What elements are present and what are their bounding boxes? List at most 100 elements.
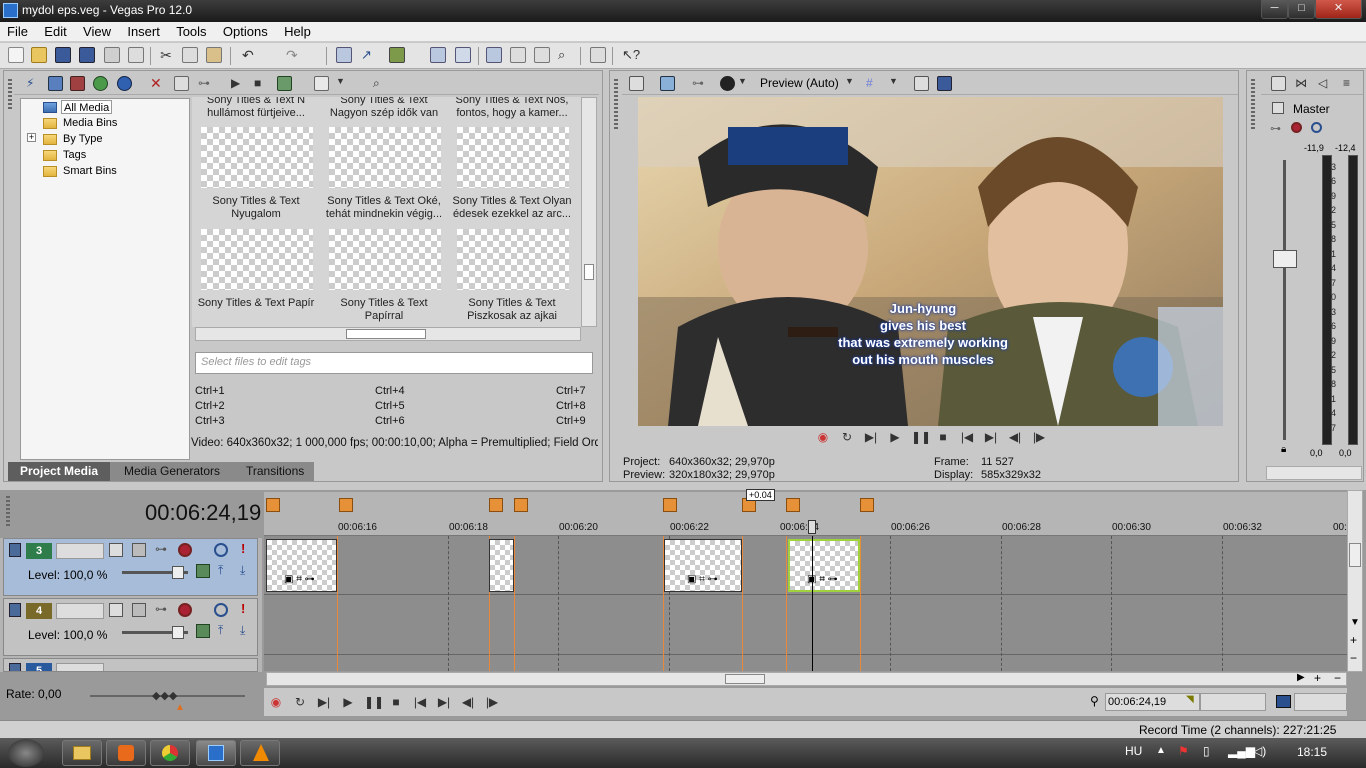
external-monitor-icon[interactable] [660, 76, 675, 91]
video-clip[interactable]: ▣ ⌗ ⊶ [266, 539, 337, 592]
undo-icon[interactable]: ↶ [242, 47, 258, 63]
taskbar-explorer[interactable] [62, 740, 102, 766]
track-minimize-icon[interactable] [9, 663, 21, 671]
search-icon[interactable]: ⌕ [373, 76, 388, 91]
media-item-label[interactable]: Sony Titles & Text Nyugalom [192, 195, 320, 221]
loop-playback-icon[interactable]: ↻ [292, 694, 308, 710]
bus-fx-icon[interactable]: ⊶ [1270, 122, 1281, 135]
menu-edit[interactable]: Edit [37, 22, 72, 39]
show-hidden-icons[interactable]: ▲ [1156, 745, 1166, 756]
panel-grip[interactable] [1251, 79, 1255, 129]
panel-grip[interactable] [614, 79, 618, 129]
open-folder-icon[interactable] [31, 47, 47, 63]
next-frame-icon[interactable]: |▶ [484, 694, 500, 710]
more-icon[interactable]: ≡ [1343, 76, 1358, 91]
quality-dropdown-icon[interactable]: ▼ [845, 76, 860, 91]
rate-slider-knob[interactable]: ◆◆◆ [152, 689, 177, 702]
media-item-label[interactable]: Sony Titles & Text Nagyon szép idők van [320, 97, 448, 120]
mixer-hscrollbar[interactable] [1266, 466, 1362, 480]
solo-icon[interactable]: ! [241, 541, 245, 556]
track-header-4[interactable]: 4 ⊶ ! Level: 100,0 % ⤒ ⤓ [3, 598, 258, 656]
go-to-end-icon[interactable]: ▶| [983, 429, 999, 445]
views-icon[interactable] [314, 76, 329, 91]
views-dropdown-icon[interactable]: ▼ [336, 76, 351, 91]
split-dropdown-icon[interactable]: ▼ [738, 76, 753, 91]
marker[interactable] [860, 498, 874, 512]
media-thumbnail[interactable] [329, 229, 441, 290]
import-media-icon[interactable]: ⚡ [26, 76, 41, 91]
marker[interactable] [786, 498, 800, 512]
track-fx-settings-icon[interactable] [178, 543, 192, 557]
selection-start-field[interactable] [1200, 693, 1266, 711]
media-grid-hscrollbar[interactable] [195, 327, 581, 341]
battery-icon[interactable]: ▯ [1203, 744, 1210, 758]
refresh-icon[interactable] [93, 76, 108, 91]
capture-video-icon[interactable] [48, 76, 63, 91]
parent-composite-icon[interactable] [132, 603, 146, 617]
video-fx-icon[interactable]: ⊶ [692, 76, 707, 91]
network-error-icon[interactable]: ⚑ [1178, 744, 1189, 758]
level-slider-knob[interactable] [172, 566, 184, 579]
media-item-label[interactable]: Sony Titles & Text Papír [192, 297, 320, 310]
track-motion-icon[interactable] [109, 543, 123, 557]
dim-output-icon[interactable]: ◁ [1318, 76, 1333, 91]
scroll-thumb[interactable] [1349, 543, 1361, 567]
panel-grip[interactable] [6, 496, 10, 526]
media-thumbnail[interactable] [329, 127, 441, 188]
downmix-icon[interactable]: ⋈ [1295, 76, 1310, 91]
scroll-thumb[interactable] [725, 674, 765, 684]
media-fx-icon[interactable]: ⊶ [198, 76, 213, 91]
lock-icon[interactable]: 🔒︎ [1281, 444, 1286, 455]
previous-frame-icon[interactable]: ◀| [1007, 429, 1023, 445]
zoom-out-horizontal-icon[interactable]: − [1334, 671, 1341, 685]
get-media-web-icon[interactable] [70, 76, 85, 91]
track-minimize-icon[interactable] [9, 603, 21, 617]
close-button[interactable]: ✕ [1315, 0, 1362, 19]
mixer-properties-icon[interactable] [1271, 76, 1286, 91]
record-icon[interactable]: ◉ [268, 694, 284, 710]
next-frame-icon[interactable]: |▶ [1031, 429, 1047, 445]
track-name-field[interactable] [56, 663, 104, 671]
level-slider[interactable] [122, 566, 188, 579]
maximize-button[interactable]: □ [1288, 0, 1315, 19]
tree-item-smart-bins[interactable]: Smart Bins [63, 164, 117, 178]
stop-preview-icon[interactable]: ■ [254, 76, 269, 91]
tree-item-all-media[interactable]: All Media [61, 100, 113, 114]
zoom-tool-icon[interactable]: ⌕ [558, 47, 574, 63]
timeline-vscrollbar[interactable]: ▼ + − [1347, 490, 1363, 672]
master-fader-track[interactable] [1283, 160, 1286, 440]
scroll-thumb[interactable] [346, 329, 426, 339]
zoom-in-vertical-icon[interactable]: + [1350, 633, 1357, 647]
pause-icon[interactable]: ❚❚ [364, 694, 384, 710]
master-fader-knob[interactable] [1273, 250, 1297, 268]
media-thumbnail[interactable] [457, 127, 569, 188]
track-lane-4[interactable] [264, 596, 1347, 655]
media-grid-vscrollbar[interactable] [581, 97, 597, 327]
menu-insert[interactable]: Insert [120, 22, 166, 39]
scroll-right-icon[interactable]: ▶ [1297, 672, 1305, 683]
preview-quality-select[interactable]: Preview (Auto) [760, 76, 839, 90]
track-header-3[interactable]: 3 ⊶ ! Level: 100,0 % ⤒ ⤓ [3, 538, 258, 596]
go-to-end-icon[interactable]: ▶| [436, 694, 452, 710]
media-thumbnail[interactable] [201, 229, 313, 290]
timeline-hscrollbar[interactable]: ▶ + − [266, 671, 1347, 686]
track-motion-icon[interactable] [109, 603, 123, 617]
timeline-ruler[interactable]: +0.04 00:06:16 00:06:18 00:06:20 00:06:2… [264, 489, 1358, 536]
track-fx-icon[interactable]: ⊶ [155, 602, 167, 616]
record-icon[interactable]: ◉ [815, 429, 831, 445]
ignore-grouping-icon[interactable] [455, 47, 471, 63]
tree-item-tags[interactable]: Tags [63, 148, 86, 162]
video-clip[interactable] [489, 539, 514, 592]
split-screen-icon[interactable] [720, 76, 735, 91]
start-button[interactable] [8, 739, 44, 767]
menu-file[interactable]: File [0, 22, 34, 39]
track-name-field[interactable] [56, 603, 104, 619]
tab-transitions[interactable]: Transitions [234, 462, 316, 481]
overlays-dropdown-icon[interactable]: ▼ [889, 76, 904, 91]
tab-media-generators[interactable]: Media Generators [112, 462, 232, 481]
media-item-label[interactable]: Sony Titles & Text Piszkosak az ajkai [448, 297, 576, 323]
video-clip-selected[interactable]: ▣ ⌗ ⊶ [788, 539, 860, 592]
redo-icon[interactable]: ↷ [286, 47, 302, 63]
clip-fx-icons[interactable]: ▣ ⌗ ⊶ [284, 574, 315, 585]
track-name-field[interactable] [56, 543, 104, 559]
